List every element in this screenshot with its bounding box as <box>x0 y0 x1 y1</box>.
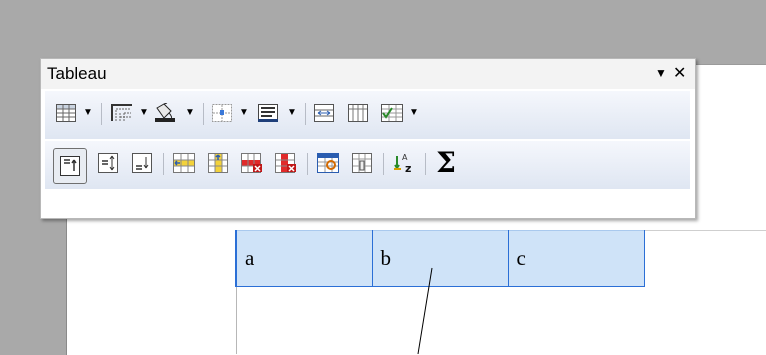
insert-table-button[interactable] <box>53 100 79 126</box>
autoformat-button[interactable] <box>379 100 405 126</box>
align-top-button[interactable] <box>53 148 87 184</box>
toolbar-titlebar[interactable]: Tableau ▼ ✕ <box>41 59 695 89</box>
split-cells-button[interactable] <box>345 100 371 126</box>
chevron-down-icon[interactable]: ▼ <box>409 107 419 118</box>
align-bottom-button[interactable] <box>129 150 155 176</box>
merge-cells-button[interactable] <box>311 100 337 126</box>
toolbar-separator <box>383 153 384 175</box>
delete-row-button[interactable] <box>239 150 265 176</box>
line-style-icon <box>258 104 278 122</box>
toolbar-separator <box>101 103 102 125</box>
insert-row-icon <box>173 153 195 173</box>
insert-row-button[interactable] <box>171 150 197 176</box>
number-format-button[interactable] <box>349 150 375 176</box>
borders-button[interactable] <box>109 100 135 126</box>
delete-column-icon <box>275 153 297 173</box>
sum-button[interactable]: Σ <box>433 146 459 179</box>
svg-text:A: A <box>402 153 408 162</box>
delete-column-button[interactable] <box>273 150 299 176</box>
line-style-button[interactable] <box>255 100 281 126</box>
number-format-icon <box>352 153 372 173</box>
insert-column-button[interactable] <box>205 150 231 176</box>
insert-column-icon <box>208 153 228 173</box>
split-cells-icon <box>348 104 368 122</box>
chevron-down-icon[interactable]: ▼ <box>139 107 149 118</box>
delete-row-icon <box>241 153 263 173</box>
toolbar-separator <box>425 153 426 175</box>
fill-color-button[interactable] <box>153 100 179 126</box>
chevron-down-icon[interactable]: ▼ <box>239 107 249 118</box>
toolbar-row-formatting: ▼ ▼ ▼ ▼ ▼ ▼ <box>45 91 690 139</box>
align-center-vertical-icon <box>98 153 118 173</box>
svg-text:z: z <box>405 162 411 174</box>
toolbar-menu-button[interactable]: ▼ <box>655 66 667 80</box>
toolbar-separator <box>163 153 164 175</box>
toolbar-separator <box>307 153 308 175</box>
borders-icon <box>111 104 133 122</box>
chevron-down-icon[interactable]: ▼ <box>83 107 93 118</box>
table-properties-button[interactable] <box>315 150 341 176</box>
toolbar-row-table: Az Σ <box>45 141 690 189</box>
table-properties-icon <box>317 153 339 173</box>
toolbar-separator <box>305 103 306 125</box>
align-center-button[interactable] <box>95 150 121 176</box>
chevron-down-icon[interactable]: ▼ <box>185 107 195 118</box>
cell-borders-button[interactable] <box>209 100 235 126</box>
sum-icon: Σ <box>436 146 456 179</box>
toolbar-separator <box>203 103 204 125</box>
toolbar-close-button[interactable]: ✕ <box>673 63 686 83</box>
toolbar-title: Tableau <box>47 64 107 83</box>
merge-cells-icon <box>314 104 334 122</box>
align-top-icon <box>60 156 80 176</box>
insert-table-icon <box>56 104 76 122</box>
align-bottom-icon <box>132 153 152 173</box>
autoformat-icon <box>381 104 403 122</box>
sort-icon: Az <box>393 152 415 174</box>
table-toolbar[interactable]: Tableau ▼ ✕ ▼ ▼ ▼ ▼ ▼ ▼ A z Σ <box>40 58 696 219</box>
sort-button[interactable]: Az <box>391 150 417 176</box>
cell-borders-icon <box>212 104 232 122</box>
fill-color-icon <box>155 103 177 123</box>
chevron-down-icon[interactable]: ▼ <box>287 107 297 118</box>
